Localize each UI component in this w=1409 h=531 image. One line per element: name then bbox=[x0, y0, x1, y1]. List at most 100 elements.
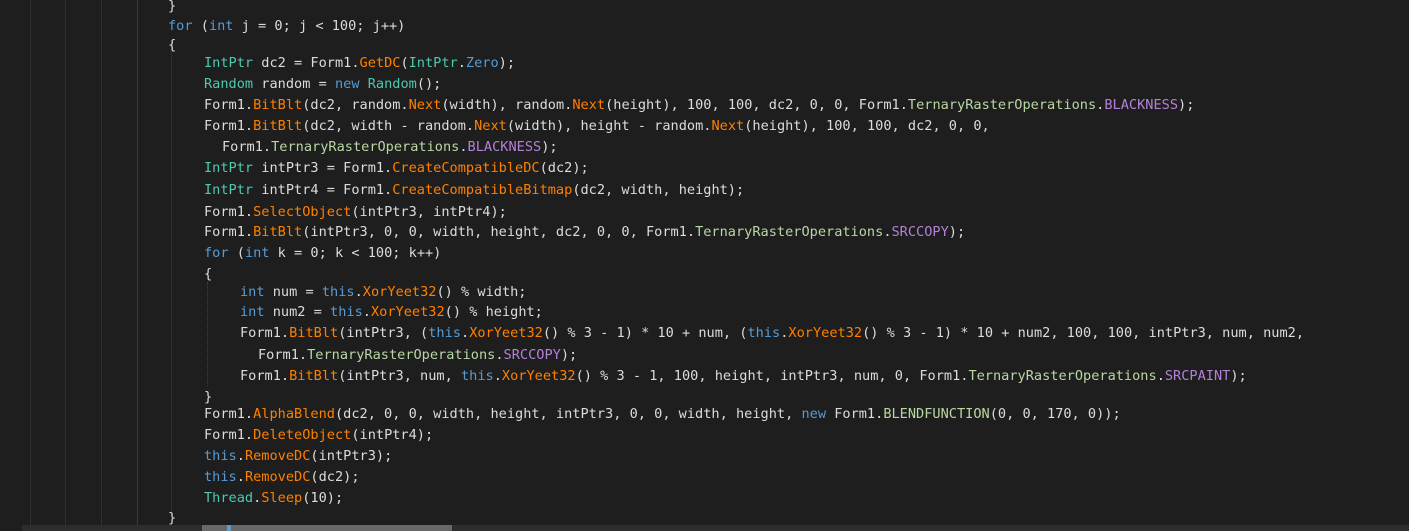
code-token: . bbox=[459, 139, 468, 155]
code-token: (10); bbox=[302, 490, 344, 506]
code-token: ); bbox=[541, 139, 558, 155]
code-token: Form1. bbox=[204, 97, 254, 113]
code-line[interactable]: { bbox=[168, 35, 176, 56]
code-token: TernaryRasterOperations bbox=[271, 139, 460, 155]
code-token: int bbox=[208, 18, 234, 34]
code-line[interactable]: Form1.BitBlt(intPtr3, (this.XorYeet32() … bbox=[240, 323, 1304, 344]
code-token: BitBlt bbox=[253, 224, 303, 240]
code-token: ( bbox=[192, 18, 209, 34]
code-token: AlphaBlend bbox=[253, 406, 335, 422]
code-token: RemoveDC bbox=[244, 469, 311, 485]
code-line[interactable]: Thread.Sleep(10); bbox=[204, 488, 343, 509]
code-token: int bbox=[240, 284, 265, 300]
code-token: XorYeet32 bbox=[362, 284, 437, 300]
code-token: Zero bbox=[465, 55, 499, 71]
code-line[interactable]: Form1.BitBlt(dc2, random.Next(width), ra… bbox=[204, 95, 1194, 116]
code-token: j = 0; j < 100; j++) bbox=[233, 18, 406, 34]
code-token: SelectObject bbox=[253, 204, 352, 220]
code-token: IntPtr bbox=[408, 55, 458, 71]
code-token: new bbox=[334, 76, 360, 92]
code-token: Next bbox=[711, 118, 745, 134]
code-line[interactable]: IntPtr dc2 = Form1.GetDC(IntPtr.Zero); bbox=[204, 53, 515, 74]
code-line[interactable]: this.RemoveDC(dc2); bbox=[204, 467, 360, 488]
code-line[interactable]: Form1.TernaryRasterOperations.SRCCOPY); bbox=[258, 345, 577, 366]
code-token: IntPtr bbox=[204, 182, 254, 198]
code-token: Form1. bbox=[645, 224, 696, 240]
code-token: num = bbox=[264, 284, 322, 300]
code-token: Next bbox=[572, 97, 606, 113]
code-token: BitBlt bbox=[289, 368, 339, 384]
code-token: } bbox=[168, 0, 177, 14]
code-line[interactable]: IntPtr intPtr3 = Form1.CreateCompatibleD… bbox=[204, 158, 589, 179]
code-token: BitBlt bbox=[253, 97, 303, 113]
code-editor[interactable]: } for (int j = 0; j < 100; j++){IntPtr dc… bbox=[0, 0, 1409, 531]
code-line[interactable]: Form1.AlphaBlend(dc2, 0, 0, width, heigh… bbox=[204, 404, 1121, 425]
code-token: XorYeet32 bbox=[788, 325, 863, 341]
code-token: Next bbox=[408, 97, 442, 113]
code-line[interactable]: this.RemoveDC(intPtr3); bbox=[204, 446, 392, 467]
code-token: Form1. bbox=[919, 368, 969, 384]
indent-guide bbox=[30, 0, 31, 531]
code-token: . bbox=[362, 304, 371, 320]
code-token: intPtr3 = bbox=[253, 160, 344, 176]
code-token: this bbox=[747, 325, 781, 341]
code-token: (height), 100, 100, dc2, 0, 0, bbox=[744, 118, 990, 134]
indent-guide bbox=[101, 0, 102, 531]
code-token: IntPtr bbox=[204, 55, 254, 71]
code-token: . bbox=[457, 55, 466, 71]
scrollbar-caret-marker bbox=[227, 525, 231, 531]
code-token: } bbox=[204, 389, 213, 405]
code-token: int bbox=[244, 245, 270, 261]
code-line[interactable]: { bbox=[204, 264, 212, 285]
code-token: IntPtr bbox=[204, 160, 254, 176]
code-line[interactable]: for (int k = 0; k < 100; k++) bbox=[204, 243, 441, 264]
code-line[interactable]: Random random = new Random(); bbox=[204, 74, 441, 95]
code-token: Next bbox=[474, 118, 507, 134]
code-token: num2 = bbox=[264, 304, 331, 320]
code-token: Form1. bbox=[826, 406, 884, 422]
code-token: () % height; bbox=[444, 304, 543, 320]
code-token: ( bbox=[400, 55, 409, 71]
code-token: int bbox=[240, 304, 265, 320]
code-line[interactable]: Form1.BitBlt(intPtr3, num, this.XorYeet3… bbox=[240, 366, 1247, 387]
code-line[interactable]: for (int j = 0; j < 100; j++) bbox=[168, 16, 405, 37]
code-token: BitBlt bbox=[253, 118, 303, 134]
code-token: (width), height - random. bbox=[506, 118, 712, 134]
code-line[interactable]: Form1.DeleteObject(intPtr4); bbox=[204, 425, 433, 446]
code-line[interactable]: Form1.BitBlt(dc2, width - random.Next(wi… bbox=[204, 116, 990, 137]
code-token: Form1. bbox=[204, 427, 254, 443]
code-token: this bbox=[428, 325, 461, 341]
code-token: (dc2, width - random. bbox=[302, 118, 475, 134]
code-line[interactable]: IntPtr intPtr4 = Form1.CreateCompatibleB… bbox=[204, 180, 744, 201]
code-token: k = 0; k < 100; k++) bbox=[269, 245, 442, 261]
code-line[interactable]: int num2 = this.XorYeet32() % height; bbox=[240, 302, 543, 323]
code-token: (intPtr3, intPtr4); bbox=[351, 204, 507, 220]
code-token: TernaryRasterOperations bbox=[695, 224, 884, 240]
scrollbar-thumb[interactable] bbox=[202, 525, 452, 531]
code-token: XorYeet32 bbox=[501, 368, 576, 384]
horizontal-scrollbar[interactable] bbox=[22, 525, 1409, 531]
code-token: for bbox=[168, 18, 193, 34]
code-line[interactable]: Form1.TernaryRasterOperations.BLACKNESS)… bbox=[222, 137, 558, 158]
code-line[interactable]: int num = this.XorYeet32() % width; bbox=[240, 282, 527, 303]
code-line[interactable]: } bbox=[168, 0, 176, 17]
code-token: SRCCOPY bbox=[891, 224, 949, 240]
indent-guide bbox=[137, 0, 138, 531]
code-token: XorYeet32 bbox=[469, 325, 543, 341]
code-token: dc2 = bbox=[253, 55, 311, 71]
code-token: Form1. bbox=[343, 182, 393, 198]
code-token: ); bbox=[498, 55, 516, 71]
code-token: BLENDFUNCTION bbox=[883, 406, 990, 422]
code-token: } bbox=[168, 510, 177, 526]
code-token: Form1. bbox=[204, 406, 254, 422]
code-token: Form1. bbox=[310, 55, 360, 71]
code-token: () % 3 - 1) * 10 + num, ( bbox=[542, 325, 748, 341]
code-token: { bbox=[168, 37, 177, 53]
code-token: ); bbox=[948, 224, 966, 240]
code-line[interactable]: Form1.SelectObject(intPtr3, intPtr4); bbox=[204, 202, 507, 223]
code-line[interactable]: Form1.BitBlt(intPtr3, 0, 0, width, heigh… bbox=[204, 222, 965, 243]
code-token: Form1. bbox=[204, 118, 254, 134]
code-token: SRCCOPY bbox=[503, 347, 561, 363]
code-token: Form1. bbox=[240, 368, 290, 384]
